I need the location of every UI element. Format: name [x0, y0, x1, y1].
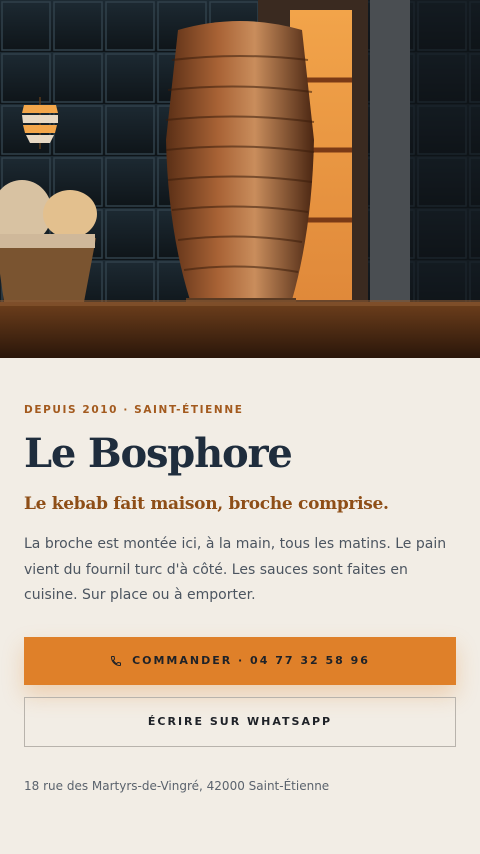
doner-skewer-icon — [22, 97, 58, 149]
address-text: 18 rue des Martyrs-de-Vingré, 42000 Sain… — [24, 778, 330, 793]
description: La broche est montée ici, à la main, tou… — [24, 536, 447, 603]
whatsapp-button[interactable]: ÉCRIRE SUR WHATSAPP — [24, 696, 456, 747]
order-call-button[interactable]: COMMANDER · 04 77 32 58 96 — [24, 636, 456, 685]
eyebrow-text: DEPUIS 2010 · SAINT-ÉTIENNE — [24, 404, 244, 416]
page-title: Le Bosphore — [24, 430, 293, 477]
whatsapp-button-label: ÉCRIRE SUR WHATSAPP — [147, 715, 333, 728]
hero-image — [0, 0, 480, 358]
hero-photo — [0, 0, 480, 358]
tagline: Le kebab fait maison, broche comprise. — [24, 494, 389, 514]
order-button-label: COMMANDER · 04 77 32 58 96 — [132, 654, 370, 667]
phone-icon — [111, 655, 122, 666]
